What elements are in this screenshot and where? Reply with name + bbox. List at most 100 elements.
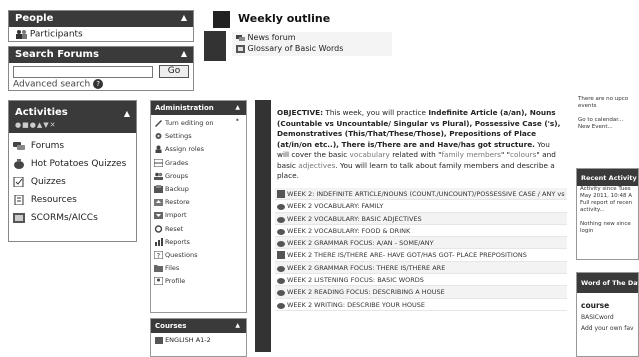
activity-item-resources[interactable]: Resources bbox=[13, 191, 132, 209]
list-item[interactable]: WEEK 2: INDEFINITE ARTICLE/NOUNS (COUNT.… bbox=[275, 188, 567, 201]
word-source: BASICword bbox=[581, 314, 614, 321]
admin-item-turn-editing[interactable]: Turn editing on bbox=[154, 117, 243, 130]
admin-item-questions[interactable]: ? Questions bbox=[154, 249, 243, 262]
admin-item-label: Settings bbox=[165, 132, 192, 141]
list-item[interactable]: WEEK 2 VOCABULARY: FAMILY bbox=[275, 200, 567, 213]
glossary-icon bbox=[236, 44, 245, 53]
forum-icon bbox=[13, 141, 25, 151]
activity-label: Forums bbox=[30, 141, 65, 151]
word-of-day-word: course bbox=[581, 301, 610, 310]
glossary-label: Glossary of Basic Words bbox=[247, 44, 344, 53]
course-item[interactable]: ENGLISH A1-2 bbox=[151, 333, 246, 347]
advanced-search-link[interactable]: Advanced search ? bbox=[13, 79, 104, 90]
collapse-icon[interactable]: ▲ bbox=[235, 104, 240, 111]
collapse-icon[interactable]: ▲ bbox=[181, 13, 187, 22]
resource-icon bbox=[277, 190, 285, 198]
activity-label: Quizzes bbox=[30, 177, 66, 187]
reports-icon bbox=[154, 237, 163, 246]
vocabulary-link[interactable]: vocabulary bbox=[350, 150, 390, 159]
collapse-icon[interactable]: ▲ bbox=[235, 322, 240, 329]
administration-block: Administration ▲ Turn editing on Setting… bbox=[150, 100, 247, 313]
admin-item-reports[interactable]: Reports bbox=[154, 236, 243, 249]
collapse-icon[interactable]: ▲ bbox=[181, 49, 187, 58]
help-icon[interactable]: ? bbox=[93, 79, 104, 89]
go-button[interactable]: Go bbox=[159, 65, 189, 78]
admin-item-label: Backup bbox=[165, 184, 189, 193]
admin-item-reset[interactable]: Reset bbox=[154, 223, 243, 236]
admin-item-label: Turn editing on bbox=[165, 119, 214, 127]
objective-text: OBJECTIVE: This week, you will practice … bbox=[277, 108, 562, 182]
week-resource-list: WEEK 2: INDEFINITE ARTICLE/NOUNS (COUNT.… bbox=[275, 188, 567, 311]
participants-link[interactable]: Participants bbox=[9, 27, 193, 42]
list-item[interactable]: WEEK 2 WRITING: DESCRIBE YOUR HOUSE bbox=[275, 299, 567, 311]
full-report-link[interactable]: activity... bbox=[577, 207, 638, 214]
list-item[interactable]: WEEK 2 VOCABULARY: BASIC ADJECTIVES bbox=[275, 212, 567, 225]
glossary-link[interactable]: Glossary of Basic Words bbox=[232, 43, 392, 54]
courses-block: Courses ▲ ENGLISH A1-2 bbox=[150, 318, 247, 357]
course-icon bbox=[155, 336, 163, 344]
section-marker bbox=[213, 11, 230, 28]
resource-label: WEEK 2 THERE IS/THERE ARE- HAVE GOT/HAS … bbox=[287, 251, 527, 260]
objective-part: This week, you will practice bbox=[323, 108, 429, 117]
admin-item-assign-roles[interactable]: Assign roles bbox=[154, 143, 243, 156]
admin-item-label: Import bbox=[165, 211, 187, 220]
admin-item-files[interactable]: Files bbox=[154, 262, 243, 275]
groups-icon bbox=[154, 172, 163, 180]
collapse-icon[interactable]: ▲ bbox=[124, 109, 130, 118]
hotpot-icon bbox=[277, 288, 285, 297]
search-input[interactable] bbox=[13, 66, 153, 78]
resource-label: WEEK 2: INDEFINITE ARTICLE/NOUNS (COUNT.… bbox=[287, 190, 567, 198]
admin-item-settings[interactable]: Settings bbox=[154, 130, 243, 143]
news-forum-label: News forum bbox=[247, 33, 296, 42]
folder-icon bbox=[154, 264, 163, 273]
adjectives-link[interactable]: adjectives bbox=[298, 161, 335, 170]
list-item[interactable]: WEEK 2 LISTENING FOCUS: BASIC WORDS bbox=[275, 274, 567, 287]
admin-item-label: Files bbox=[165, 264, 180, 273]
reset-icon bbox=[154, 224, 163, 233]
admin-item-label: Reset bbox=[165, 224, 184, 233]
admin-item-import[interactable]: Import bbox=[154, 209, 243, 222]
block-control-icons[interactable]: ●■●▲▼✕ bbox=[15, 121, 56, 129]
resource-label: WEEK 2 WRITING: DESCRIBE YOUR HOUSE bbox=[287, 300, 425, 309]
activities-title: Activities bbox=[15, 107, 68, 118]
activity-item-hot-potatoes[interactable]: Hot Potatoes Quizzes bbox=[13, 155, 132, 173]
admin-item-groups[interactable]: Groups bbox=[154, 170, 243, 183]
recent-text: Activity since Tues bbox=[580, 186, 631, 192]
week-section-content: OBJECTIVE: This week, you will practice … bbox=[275, 100, 567, 352]
upcoming-text: events bbox=[578, 103, 597, 109]
admin-item-label: Grades bbox=[165, 158, 189, 167]
go-to-calendar-link[interactable]: Go to calendar... bbox=[578, 117, 639, 124]
add-word-link[interactable]: Add your own fav bbox=[577, 323, 638, 334]
resource-label: WEEK 2 READING FOCUS: DESCRIBING A HOUSE bbox=[287, 288, 445, 297]
news-forum-link[interactable]: News forum bbox=[232, 32, 392, 43]
recent-activity-header: Recent Activity bbox=[577, 169, 638, 186]
resource-label: WEEK 2 GRAMMAR FOCUS: A/AN - SOME/ANY bbox=[287, 239, 434, 248]
activity-item-quizzes[interactable]: Quizzes bbox=[13, 173, 132, 191]
advanced-search-label: Advanced search bbox=[13, 79, 91, 90]
new-event-link[interactable]: New Event... bbox=[578, 124, 639, 131]
full-report-link[interactable]: Full report of recen bbox=[577, 200, 638, 207]
recent-text: login bbox=[580, 228, 594, 234]
participants-label: Participants bbox=[29, 29, 83, 40]
admin-item-label: Assign roles bbox=[165, 145, 205, 154]
activity-item-forums[interactable]: Forums bbox=[13, 137, 132, 155]
admin-item-label: Groups bbox=[165, 171, 189, 180]
hotpot-icon bbox=[277, 202, 285, 211]
list-item[interactable]: WEEK 2 THERE IS/THERE ARE- HAVE GOT/HAS … bbox=[275, 249, 567, 262]
list-item[interactable]: WEEK 2 GRAMMAR FOCUS: THERE IS/THERE ARE bbox=[275, 261, 567, 275]
list-item[interactable]: WEEK 2 READING FOCUS: DESCRIBING A HOUSE bbox=[275, 286, 567, 299]
forum-icon bbox=[236, 34, 245, 42]
section-zero-links: News forum Glossary of Basic Words bbox=[232, 32, 392, 56]
upcoming-events-block: There are no upco events Go to calendar.… bbox=[578, 96, 639, 156]
admin-item-backup[interactable]: Backup bbox=[154, 183, 243, 196]
svg-text:?: ? bbox=[157, 252, 161, 259]
list-item[interactable]: WEEK 2 GRAMMAR FOCUS: A/AN - SOME/ANY bbox=[275, 237, 567, 250]
activity-item-scorms[interactable]: SCORMs/AICCs bbox=[13, 209, 132, 227]
colours-link[interactable]: colours bbox=[510, 150, 536, 159]
admin-item-grades[interactable]: Grades bbox=[154, 157, 243, 170]
list-item[interactable]: WEEK 2 VOCABULARY: FOOD & DRINK bbox=[275, 225, 567, 238]
admin-item-restore[interactable]: Restore bbox=[154, 196, 243, 209]
family-members-link[interactable]: family members bbox=[441, 150, 500, 159]
admin-item-profile[interactable]: Profile bbox=[154, 275, 243, 288]
settings-icon bbox=[154, 132, 163, 140]
